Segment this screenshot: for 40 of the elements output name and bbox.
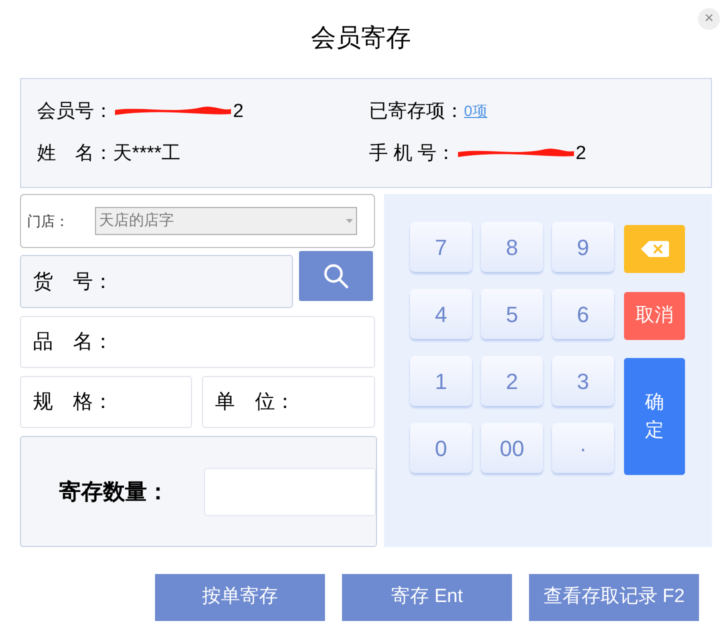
keypad-key[interactable]: 8	[481, 222, 543, 272]
keypad-key[interactable]: 4	[410, 289, 472, 339]
keypad-key[interactable]: 0	[410, 423, 472, 473]
cancel-button[interactable]: 取消	[624, 292, 685, 340]
field-value: 2	[233, 100, 244, 124]
dropdown-caret-icon	[346, 219, 353, 223]
field-label: 会员号：	[37, 100, 113, 124]
keypad-key[interactable]: 1	[410, 356, 472, 406]
backspace-button[interactable]	[624, 225, 685, 273]
keypad-key[interactable]: 7	[410, 222, 472, 272]
unit-field[interactable]: 单 位：	[202, 376, 375, 428]
backspace-icon	[640, 241, 668, 257]
quantity-label: 寄存数量：	[59, 478, 170, 506]
deposit-count-link[interactable]: 0项	[464, 100, 488, 124]
window-title: 会员寄存	[311, 23, 411, 54]
store-label: 门店：	[27, 212, 69, 230]
confirm-button[interactable]: 确定	[624, 358, 685, 475]
keypad-key[interactable]: 00	[481, 423, 543, 473]
keypad-key[interactable]: 2	[481, 356, 543, 406]
search-icon	[323, 263, 349, 289]
action-button[interactable]: 按单寄存	[155, 574, 325, 621]
field-label: 手 机 号：	[369, 142, 456, 166]
search-button[interactable]	[299, 251, 373, 301]
field-label: 已寄存项：	[369, 100, 464, 124]
product-name-field[interactable]: 品 名：	[20, 316, 375, 368]
spec-field[interactable]: 规 格：	[20, 376, 192, 428]
keypad-key[interactable]: 5	[481, 289, 543, 339]
keypad-key[interactable]: ·	[552, 423, 614, 473]
store-select[interactable]: 天店的店字	[95, 207, 357, 235]
field-label: 姓 名：	[37, 142, 113, 166]
keypad-key[interactable]: 3	[552, 356, 614, 406]
quantity-input[interactable]	[204, 468, 376, 516]
keypad-key[interactable]: 9	[552, 222, 614, 272]
action-button[interactable]: 寄存 Ent	[342, 574, 512, 621]
close-button[interactable]: ×	[698, 8, 720, 30]
action-button[interactable]: 查看存取记录 F2	[529, 574, 699, 621]
field-value: 天****工	[113, 142, 181, 166]
field-value: 2	[576, 142, 586, 166]
item-number-field[interactable]: 货 号：	[20, 255, 293, 308]
keypad-key[interactable]: 6	[552, 289, 614, 339]
